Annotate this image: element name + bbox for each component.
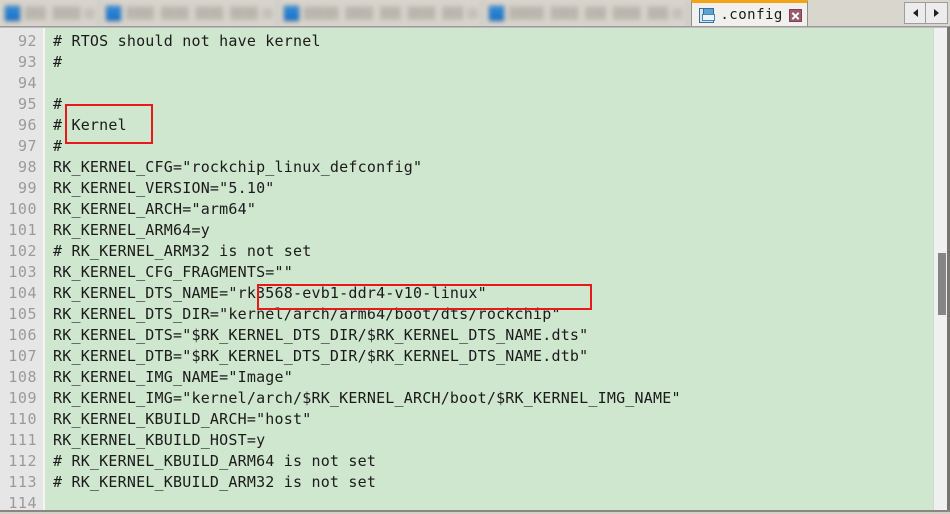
close-x-icon[interactable] [789,9,802,22]
tab-label: █████ ████ ███ ████ ███ [304,7,463,20]
tab-scroll-left-button[interactable] [905,3,926,23]
line-number: 92 [0,31,43,52]
line-number: 95 [0,94,43,115]
code-line: # [53,52,950,73]
file-icon [489,6,504,21]
triangle-left-icon [913,9,918,17]
file-icon [5,6,20,21]
floppy-save-icon [699,8,714,23]
code-line: # RK_KERNEL_KBUILD_ARM32 is not set [53,472,950,493]
code-line: # RTOS should not have kernel [53,31,950,52]
code-line: RK_KERNEL_DTS_DIR="kernel/arch/arm64/boo… [53,304,950,325]
tab-scroll-right-button[interactable] [926,3,947,23]
tab-label: ████ ████ ████ ████ [126,7,258,20]
tab-config[interactable]: .config [691,0,808,27]
code-line: # [53,94,950,115]
code-line: # Kernel [53,115,950,136]
line-number: 104 [0,283,43,304]
line-number: 93 [0,52,43,73]
tab-label: █████ ████ ███ ████ ███ [509,7,668,20]
file-icon [106,6,121,21]
code-line: RK_KERNEL_ARM64=y [53,220,950,241]
line-number: 94 [0,73,43,94]
code-text-area[interactable]: # RTOS should not have kernel # # # Kern… [45,28,950,512]
file-icon [284,6,299,21]
tab-obscured-1[interactable]: ███ ████ [0,0,101,27]
code-line: RK_KERNEL_ARCH="arm64" [53,199,950,220]
line-number: 100 [0,199,43,220]
code-line: RK_KERNEL_IMG_NAME="Image" [53,367,950,388]
code-line: # RK_KERNEL_ARM32 is not set [53,241,950,262]
line-number: 97 [0,136,43,157]
line-number: 99 [0,178,43,199]
code-line: RK_KERNEL_IMG="kernel/arch/$RK_KERNEL_AR… [53,388,950,409]
line-number: 107 [0,346,43,367]
code-line: # [53,136,950,157]
code-line: RK_KERNEL_CFG="rockchip_linux_defconfig" [53,157,950,178]
code-line: RK_KERNEL_VERSION="5.10" [53,178,950,199]
tab-label: .config [720,7,783,23]
code-line: RK_KERNEL_KBUILD_ARCH="host" [53,409,950,430]
line-number: 113 [0,472,43,493]
tab-scroll-nav [904,2,948,24]
tab-obscured-4[interactable]: █████ ████ ███ ████ ███ [484,0,689,27]
line-number: 111 [0,430,43,451]
code-line: RK_KERNEL_DTS_NAME="rk3568-evb1-ddr4-v10… [53,283,950,304]
close-x-icon[interactable] [85,9,94,18]
code-editor[interactable]: 92 93 94 95 96 97 98 99 100 101 102 103 … [0,27,950,512]
line-number: 110 [0,409,43,430]
code-line: RK_KERNEL_CFG_FRAGMENTS="" [53,262,950,283]
code-line: # RK_KERNEL_KBUILD_ARM64 is not set [53,451,950,472]
tab-bar: ███ ████ ████ ████ ████ ████ █████ ████ … [0,0,950,27]
tab-label: ███ ████ [25,7,80,20]
line-number: 102 [0,241,43,262]
line-number: 103 [0,262,43,283]
tab-obscured-3[interactable]: █████ ████ ███ ████ ███ [279,0,484,27]
code-line: RK_KERNEL_DTS="$RK_KERNEL_DTS_DIR/$RK_KE… [53,325,950,346]
close-x-icon[interactable] [673,9,682,18]
line-number: 101 [0,220,43,241]
vertical-scrollbar-thumb[interactable] [938,253,946,315]
line-number: 105 [0,304,43,325]
line-number: 106 [0,325,43,346]
tab-obscured-2[interactable]: ████ ████ ████ ████ [101,0,279,27]
line-number-gutter: 92 93 94 95 96 97 98 99 100 101 102 103 … [0,28,45,512]
close-x-icon[interactable] [263,9,272,18]
triangle-right-icon [934,9,939,17]
line-number: 98 [0,157,43,178]
code-line [53,73,950,94]
line-number: 108 [0,367,43,388]
line-number: 112 [0,451,43,472]
code-line: RK_KERNEL_DTB="$RK_KERNEL_DTS_DIR/$RK_KE… [53,346,950,367]
close-x-icon[interactable] [468,9,477,18]
line-number: 96 [0,115,43,136]
line-number: 109 [0,388,43,409]
code-line: RK_KERNEL_KBUILD_HOST=y [53,430,950,451]
